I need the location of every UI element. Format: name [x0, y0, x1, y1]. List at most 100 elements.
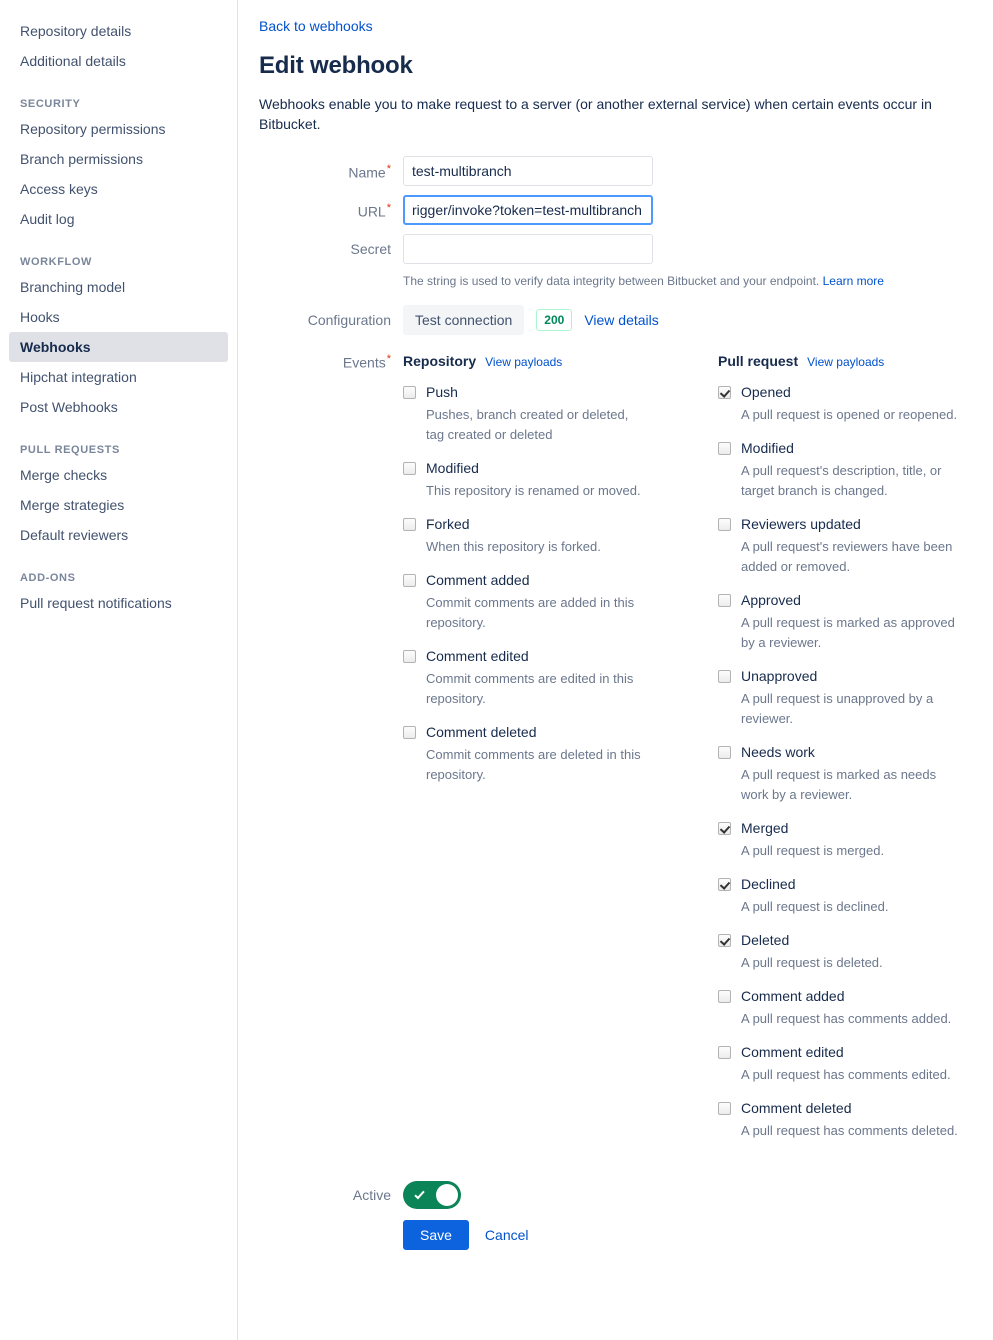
event-label[interactable]: Modified	[741, 439, 794, 457]
event-description: A pull request is merged.	[741, 843, 885, 858]
checkbox-comment-added[interactable]	[718, 990, 731, 1003]
sidebar-section-heading: PULL REQUESTS	[20, 444, 120, 456]
event-label[interactable]: Merged	[741, 819, 788, 837]
checkbox-comment-deleted[interactable]	[718, 1102, 731, 1115]
sidebar-item-hooks[interactable]: Hooks	[9, 302, 228, 332]
sidebar-item-repository-details[interactable]: Repository details	[9, 16, 228, 46]
event-item: Approved A pull request is marked as appr…	[718, 591, 993, 653]
sidebar-item-repository-permissions[interactable]: Repository permissions	[9, 114, 228, 144]
back-to-webhooks-link[interactable]: Back to webhooks	[259, 18, 373, 34]
event-label[interactable]: Comment deleted	[426, 723, 537, 741]
toggle-knob	[436, 1184, 458, 1206]
event-item: Unapproved A pull request is unapproved b…	[718, 667, 993, 729]
event-label[interactable]: Modified	[426, 459, 479, 477]
event-item-row: Comment deleted	[403, 723, 708, 741]
event-label[interactable]: Forked	[426, 515, 470, 533]
event-description: A pull request is unapproved by a review…	[741, 691, 934, 726]
sidebar-item-default-reviewers[interactable]: Default reviewers	[9, 520, 228, 550]
events-row: Events* Repository View payloads Push Pushe…	[259, 353, 993, 1155]
sidebar-item-audit-log[interactable]: Audit log	[9, 204, 228, 234]
event-description: A pull request is deleted.	[741, 955, 883, 970]
event-label[interactable]: Reviewers updated	[741, 515, 861, 533]
event-description: Commit comments are deleted in this repo…	[426, 747, 641, 782]
check-icon	[414, 1188, 425, 1200]
checkbox-deleted[interactable]	[718, 934, 731, 947]
checkbox-modified[interactable]	[718, 442, 731, 455]
events-column-pull-request: Pull request View payloads Opened A pull re…	[718, 353, 993, 1155]
event-item-row: Comment added	[403, 571, 708, 589]
sidebar-item-merge-checks[interactable]: Merge checks	[9, 460, 228, 490]
event-item-row: Declined	[718, 875, 993, 893]
sidebar-item-additional-details[interactable]: Additional details	[9, 46, 228, 76]
checkbox-needs-work[interactable]	[718, 746, 731, 759]
event-item: Comment added A pull request has comments…	[718, 987, 993, 1029]
event-item-row: Modified	[403, 459, 708, 477]
event-label[interactable]: Needs work	[741, 743, 815, 761]
event-item: Modified This repository is renamed or mo…	[403, 459, 708, 501]
active-label: Active	[352, 1187, 391, 1203]
checkbox-push[interactable]	[403, 386, 416, 399]
event-label[interactable]: Comment edited	[741, 1043, 844, 1061]
event-item-row: Modified	[718, 439, 993, 457]
name-label-text: Name	[348, 164, 386, 181]
event-item: Modified A pull request's description, ti…	[718, 439, 993, 501]
checkbox-comment-added[interactable]	[403, 574, 416, 587]
checkbox-comment-edited[interactable]	[718, 1046, 731, 1059]
event-label[interactable]: Comment edited	[426, 647, 529, 665]
checkbox-unapproved[interactable]	[718, 670, 731, 683]
learn-more-link[interactable]: Learn more	[823, 274, 884, 288]
events-column-title: Pull request	[718, 353, 799, 369]
name-input[interactable]	[403, 156, 653, 186]
cancel-link[interactable]: Cancel	[485, 1227, 529, 1243]
sidebar-item-post-webhooks[interactable]: Post Webhooks	[9, 392, 228, 422]
configuration-row: Configuration Test connection 200 View d…	[259, 305, 993, 335]
event-item: Comment edited A pull request has comment…	[718, 1043, 993, 1085]
required-star: *	[386, 353, 391, 365]
checkbox-opened[interactable]	[718, 386, 731, 399]
events-columns: Repository View payloads Push Pushes, branc…	[403, 353, 993, 1155]
event-description: A pull request's description, title, or …	[741, 463, 942, 498]
checkbox-modified[interactable]	[403, 462, 416, 475]
view-payloads-link[interactable]: View payloads	[807, 355, 884, 369]
event-label[interactable]: Opened	[741, 383, 791, 401]
test-connection-button[interactable]: Test connection	[403, 305, 525, 335]
view-payloads-link[interactable]: View payloads	[485, 355, 562, 369]
save-button[interactable]: Save	[403, 1220, 469, 1250]
sidebar-item-merge-strategies[interactable]: Merge strategies	[9, 490, 228, 520]
checkbox-approved[interactable]	[718, 594, 731, 607]
checkbox-forked[interactable]	[403, 518, 416, 531]
event-label[interactable]: Comment deleted	[741, 1099, 852, 1117]
event-item-row: Opened	[718, 383, 993, 401]
checkbox-comment-edited[interactable]	[403, 650, 416, 663]
sidebar-item-branch-permissions[interactable]: Branch permissions	[9, 144, 228, 174]
sidebar-item-access-keys[interactable]: Access keys	[9, 174, 228, 204]
events-column-title: Repository	[403, 353, 477, 369]
sidebar-item-pull-request-notifications[interactable]: Pull request notifications	[9, 588, 228, 618]
events-label: Events*	[259, 353, 403, 371]
sidebar-item-branching-model[interactable]: Branching model	[9, 272, 228, 302]
secret-helper-sentence: The string is used to verify data integr…	[403, 274, 820, 288]
event-label[interactable]: Declined	[741, 875, 795, 893]
url-input[interactable]	[403, 195, 653, 225]
checkbox-comment-deleted[interactable]	[403, 726, 416, 739]
checkbox-reviewers-updated[interactable]	[718, 518, 731, 531]
checkbox-declined[interactable]	[718, 878, 731, 891]
active-toggle[interactable]	[403, 1181, 461, 1209]
required-star: *	[386, 163, 391, 175]
required-star: *	[386, 202, 391, 214]
event-item-row: Merged	[718, 819, 993, 837]
checkbox-merged[interactable]	[718, 822, 731, 835]
sidebar-item-webhooks[interactable]: Webhooks	[9, 332, 228, 362]
sidebar-item-hipchat-integration[interactable]: Hipchat integration	[9, 362, 228, 392]
event-label[interactable]: Comment added	[741, 987, 845, 1005]
event-label[interactable]: Approved	[741, 591, 801, 609]
event-description: When this repository is forked.	[426, 539, 601, 554]
event-label[interactable]: Comment added	[426, 571, 530, 589]
event-description: This repository is renamed or moved.	[426, 483, 641, 498]
secret-input[interactable]	[403, 234, 653, 264]
event-label[interactable]: Push	[426, 383, 458, 401]
active-toggle-row: Active	[259, 1181, 993, 1209]
view-details-link[interactable]: View details	[584, 312, 658, 328]
event-label[interactable]: Unapproved	[741, 667, 817, 685]
event-label[interactable]: Deleted	[741, 931, 789, 949]
